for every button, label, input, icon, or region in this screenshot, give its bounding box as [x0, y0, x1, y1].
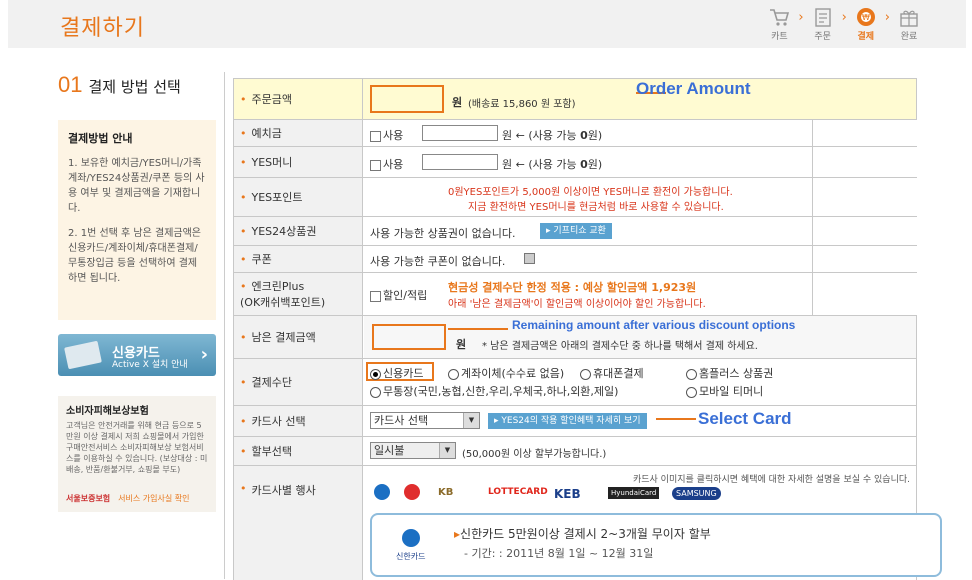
section-title: 결제 방법 선택	[88, 78, 181, 96]
row-encleanplus: • 엔크린Plus (OK캐쉬백포인트) 할인/적립 현금성 결제수단 한정 적용…	[233, 272, 917, 315]
row-payment-method: • 결제수단 신용카드 계좌이체(수수료 없음) 휴대폰결제 홈플러스 상품권 무…	[233, 358, 917, 405]
deposit-checkbox[interactable]	[370, 130, 381, 142]
order-amount-value	[370, 85, 444, 113]
radio-mobile-payment[interactable]: 휴대폰결제	[580, 365, 644, 381]
radio-mobile-tmoney[interactable]: 모바일 티머니	[686, 383, 763, 399]
coupon-checkbox[interactable]	[524, 253, 535, 264]
row-remaining-amount: • 남은 결제금액 원 * 남은 결제금액은 아래의 결제수단 중 하나를 택해서…	[233, 315, 917, 358]
insurance-link[interactable]: 서비스 가입사실 확인	[118, 493, 189, 504]
chevron-down-icon: ▼	[463, 413, 479, 428]
divider	[224, 72, 225, 579]
kb-card-logo[interactable]: KB	[438, 487, 453, 498]
row-yespoint: • YES포인트 0원YES포인트가 5,000원 이상이면 YES머니로 환전이…	[233, 177, 917, 216]
row-giftcard: • YES24상품권 사용 가능한 상품권이 없습니다. ▸ 기프티쇼 교환	[233, 216, 917, 245]
annotation-remaining: Remaining amount after various discount …	[512, 318, 796, 332]
annotation-select-card: Select Card	[698, 409, 792, 428]
row-yesmoney: • YES머니 사용 원 ← (사용 가능 0원)	[233, 146, 917, 177]
radio-homeplus-voucher[interactable]: 홈플러스 상품권	[686, 365, 773, 381]
benefit-line-1: ▸신한카드 5만원이상 결제시 2~3개월 무이자 할부	[454, 527, 711, 541]
chevron-right-icon: ›	[841, 10, 847, 25]
svg-text:₩: ₩	[862, 13, 870, 22]
card-icon	[64, 340, 102, 370]
row-order-amount: • 주문금액 원 (배송료 15,860 원 포함) Order Amount	[233, 78, 917, 119]
page-header: 결제하기 카트 › 주문 › ₩ 결제 › 완료	[8, 0, 966, 48]
card-company-select[interactable]: 카드사 선택 ▼	[370, 412, 480, 429]
annotation-order-amount: Order Amount	[636, 79, 751, 98]
yesmoney-input[interactable]	[422, 154, 498, 170]
gifticon-exchange-button[interactable]: ▸ 기프티쇼 교환	[540, 223, 612, 239]
yesmoney-checkbox[interactable]	[370, 159, 381, 171]
installment-select[interactable]: 일시불 ▼	[370, 442, 456, 459]
insurance-notice: 소비자피해보상보험 고객님은 안전거래를 위해 현금 등으로 5만원 이상 결제…	[58, 396, 216, 512]
hyundai-card-logo[interactable]: HyundaiCard	[608, 487, 660, 499]
payment-icon: ₩	[854, 6, 878, 28]
payment-guide: 결제방법 안내 1. 보유한 예치금/YES머니/가족계좌/YES24상품권/쿠…	[58, 120, 216, 320]
benefit-line-2: - 기간: : 2011년 8월 1일 ~ 12월 31일	[464, 547, 654, 560]
row-card-select: • 카드사 선택 카드사 선택 ▼ ▸ YES24의 작용 할인혜택 자세히 보기 …	[233, 405, 917, 436]
page-title: 결제하기	[60, 16, 145, 41]
bc-card-logo[interactable]	[404, 484, 420, 500]
lotte-card-logo[interactable]: LOTTECARD	[488, 487, 548, 497]
section-heading: 01 결제 방법 선택	[58, 72, 218, 98]
row-coupon: • 쿠폰 사용 가능한 쿠폰이 없습니다.	[233, 245, 917, 272]
shinhan-card-icon	[402, 529, 420, 547]
chevron-right-icon: ›	[200, 344, 208, 365]
checkout-steps: 카트 › 주문 › ₩ 결제 › 완료	[766, 6, 922, 42]
radio-credit-card[interactable]: 신용카드	[370, 365, 423, 381]
remaining-amount-value	[372, 324, 446, 350]
radio-bank-deposit[interactable]: 무통장(국민,농협,신한,우리,우체국,하나,외환,제일)	[370, 383, 618, 399]
card-benefit-detail-button[interactable]: ▸ YES24의 작용 할인혜택 자세히 보기	[488, 413, 647, 429]
gift-icon	[897, 6, 921, 28]
cart-icon	[767, 6, 791, 28]
deposit-input[interactable]	[422, 125, 498, 141]
row-installment: • 할부선택 일시불 ▼ (50,000원 이상 할부가능합니다.)	[233, 436, 917, 465]
guide-step-2: 2. 1번 선택 후 남은 결제금액은 신용카드/계좌이체/휴대폰결제/무통장입…	[68, 228, 201, 284]
step-done: 완료	[896, 6, 922, 42]
radio-bank-transfer[interactable]: 계좌이체(수수료 없음)	[448, 365, 564, 381]
section-number: 01	[58, 72, 83, 97]
order-form-icon	[811, 6, 835, 28]
chevron-right-icon: ›	[798, 10, 804, 25]
samsung-card-logo[interactable]: SAMSUNG	[672, 487, 721, 500]
credit-card-activex-button[interactable]: 신용카드 Active X 설치 안내 ›	[58, 334, 216, 376]
keb-card-logo[interactable]: KEB	[554, 487, 581, 501]
chevron-right-icon: ›	[884, 10, 890, 25]
step-payment: ₩ 결제	[853, 6, 879, 42]
shinhan-card-logo[interactable]	[374, 484, 390, 500]
insurance-logo: 서울보증보험	[66, 494, 111, 503]
chevron-down-icon: ▼	[439, 443, 455, 458]
row-deposit: • 예치금 사용 원 ← (사용 가능 0원)	[233, 119, 917, 146]
yespoint-message-2: 지금 환전하면 YES머니를 현금처럼 바로 사용할 수 있습니다.	[468, 202, 724, 213]
guide-title: 결제방법 안내	[68, 132, 133, 145]
step-order: 주문	[810, 6, 836, 42]
encleanplus-checkbox[interactable]	[370, 290, 381, 302]
guide-step-1: 1. 보유한 예치금/YES머니/가족계좌/YES24상품권/쿠폰 등의 사용 …	[68, 158, 205, 214]
step-cart: 카트	[766, 6, 792, 42]
yespoint-message-1: 0원YES포인트가 5,000원 이상이면 YES머니로 환전이 가능합니다.	[448, 187, 733, 198]
card-benefit-box: 신한카드 ▸신한카드 5만원이상 결제시 2~3개월 무이자 할부 - 기간: …	[370, 513, 942, 577]
